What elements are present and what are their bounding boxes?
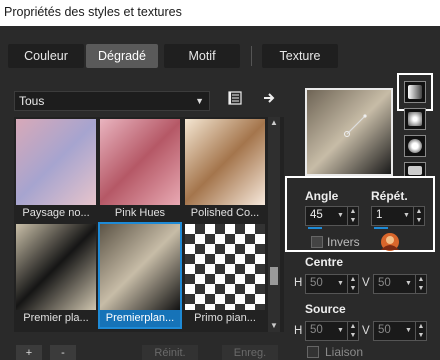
spin-arrows-icon[interactable]: ▲ ▼	[347, 275, 358, 293]
centre-h-spinbox[interactable]: 50 ▼ ▲ ▼	[305, 274, 359, 294]
gradient-swatch	[16, 224, 96, 310]
source-h-value: 50	[310, 324, 323, 336]
gradient-preview[interactable]	[305, 88, 393, 176]
chevron-down-icon[interactable]: ▼	[401, 207, 412, 225]
source-label: Source	[305, 302, 346, 316]
remove-button[interactable]: -	[50, 345, 76, 360]
spin-arrows-icon[interactable]: ▲ ▼	[413, 207, 424, 225]
invert-checkbox[interactable]	[311, 236, 323, 248]
spin-arrows-icon[interactable]: ▲ ▼	[415, 322, 426, 340]
source-v-value: 50	[378, 324, 391, 336]
repeat-value: 1	[376, 209, 383, 221]
gradient-swatch	[100, 224, 180, 310]
add-button[interactable]: +	[16, 345, 42, 360]
chevron-down-icon[interactable]: ▼	[403, 275, 414, 293]
gradient-swatch	[185, 119, 265, 205]
style-linear-button[interactable]	[404, 81, 426, 103]
gradient-label: Polished Co...	[190, 207, 260, 219]
spin-arrows-icon[interactable]: ▲ ▼	[347, 207, 358, 225]
link-checkbox[interactable]	[307, 346, 319, 358]
angle-label: Angle	[305, 189, 339, 203]
centre-v-value: 50	[378, 277, 391, 289]
chevron-down-icon[interactable]: ▼	[335, 275, 346, 293]
sunburst-gradient-icon	[408, 139, 422, 153]
window-title: Propriétés des styles et textures	[0, 0, 440, 26]
reset-button[interactable]: Réinit.	[142, 345, 198, 360]
scroll-up-icon[interactable]: ▲	[268, 118, 280, 128]
angle-slider[interactable]	[308, 227, 322, 229]
invert-label: Invers	[327, 235, 360, 249]
rectangular-gradient-icon	[408, 112, 422, 126]
centre-h-label: H	[294, 277, 303, 289]
arrow-right-icon[interactable]	[261, 90, 279, 108]
repeat-spinbox[interactable]: 1 ▼ ▲ ▼	[371, 206, 425, 229]
repeat-label: Répét.	[371, 189, 408, 203]
source-v-label: V	[362, 325, 370, 337]
gradient-thumb[interactable]: Primo pian...	[185, 224, 265, 327]
category-dropdown[interactable]: Tous ▼	[14, 91, 210, 111]
spin-arrows-icon[interactable]: ▲ ▼	[347, 322, 358, 340]
category-dropdown-value: Tous	[19, 94, 45, 108]
chevron-down-icon[interactable]: ▼	[403, 322, 414, 340]
centre-h-value: 50	[310, 277, 323, 289]
gradient-thumb[interactable]: Pink Hues	[100, 119, 180, 222]
gradient-thumb-selected[interactable]: Premierplan...	[98, 222, 182, 329]
tab-separator	[251, 46, 252, 66]
chevron-down-icon[interactable]: ▼	[335, 207, 346, 225]
gradient-swatch	[185, 224, 265, 310]
angle-value: 45	[310, 209, 323, 221]
centre-v-label: V	[362, 277, 370, 289]
save-button[interactable]: Enreg.	[222, 345, 278, 360]
gallery-scrollbar[interactable]: ▲ ▼	[268, 117, 280, 332]
scroll-down-icon[interactable]: ▼	[268, 321, 280, 331]
tab-motif[interactable]: Motif	[164, 44, 240, 68]
tab-degrade[interactable]: Dégradé	[86, 44, 158, 68]
linear-gradient-icon	[408, 85, 422, 99]
source-h-spinbox[interactable]: 50 ▼ ▲ ▼	[305, 321, 359, 341]
source-h-label: H	[294, 325, 303, 337]
gradient-thumb[interactable]: Polished Co...	[185, 119, 265, 222]
centre-v-spinbox[interactable]: 50 ▼ ▲ ▼	[373, 274, 427, 294]
angle-spinbox[interactable]: 45 ▼ ▲ ▼	[305, 206, 359, 229]
gradient-label: Paysage no...	[22, 207, 90, 219]
gradient-swatch	[100, 119, 180, 205]
radial-gradient-icon	[408, 166, 422, 175]
gradient-label: Premierplan...	[100, 310, 180, 327]
spin-arrows-icon[interactable]: ▲ ▼	[415, 275, 426, 293]
source-v-spinbox[interactable]: 50 ▼ ▲ ▼	[373, 321, 427, 341]
gradient-list-icon[interactable]	[227, 90, 245, 108]
tab-texture[interactable]: Texture	[262, 44, 338, 68]
gradient-swatch	[16, 119, 96, 205]
link-label: Liaison	[325, 345, 364, 359]
scrollbar-thumb[interactable]	[270, 267, 278, 285]
gradient-label: Primo pian...	[194, 312, 256, 324]
watermark-logo-icon	[381, 233, 399, 251]
chevron-down-icon: ▼	[195, 96, 204, 106]
gradient-label: Premier pla...	[23, 312, 89, 324]
tab-couleur[interactable]: Couleur	[8, 44, 84, 68]
style-sunburst-button[interactable]	[404, 135, 426, 157]
chevron-down-icon[interactable]: ▼	[335, 322, 346, 340]
gradient-label: Pink Hues	[114, 207, 166, 219]
centre-label: Centre	[305, 255, 344, 269]
gradient-thumb[interactable]: Paysage no...	[16, 119, 96, 222]
gradient-thumb[interactable]: Premier pla...	[16, 224, 96, 327]
style-rectangular-button[interactable]	[404, 108, 426, 130]
angle-handle-icon	[344, 114, 367, 137]
